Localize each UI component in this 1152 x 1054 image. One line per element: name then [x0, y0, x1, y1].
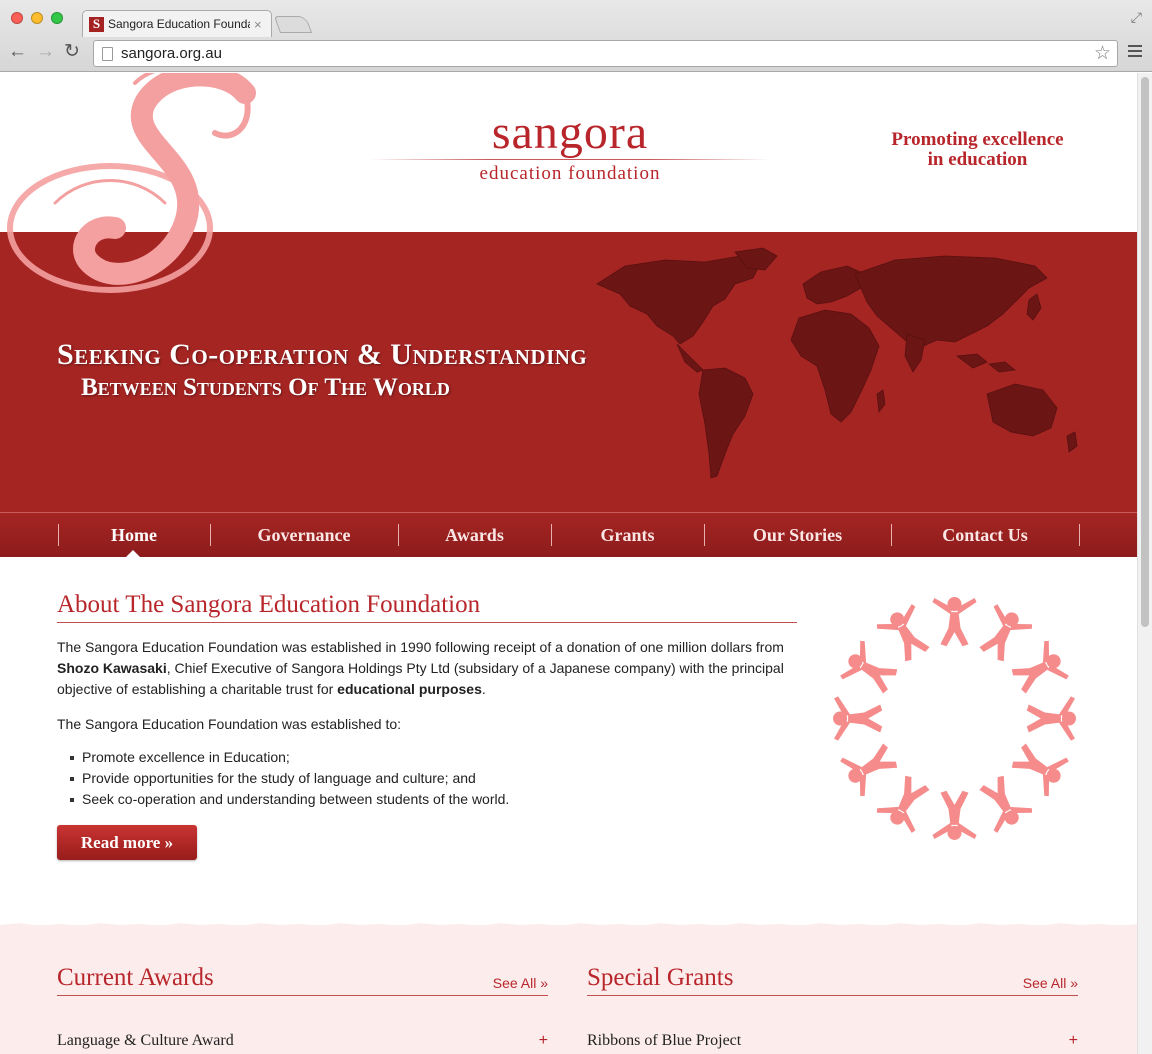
awards-heading: Current Awards — [57, 964, 214, 991]
new-tab-button[interactable] — [273, 16, 313, 33]
purpose-text: educational purposes — [337, 681, 482, 697]
list-item: Provide opportunities for the study of l… — [57, 768, 797, 789]
address-bar[interactable]: sangora.org.au ☆ — [93, 40, 1118, 67]
browser-chrome: S Sangora Education Founda × ⤢ ← → ↻ san… — [0, 0, 1152, 72]
list-item: Seek co-operation and understanding betw… — [57, 789, 797, 810]
tab-close-icon[interactable]: × — [254, 17, 262, 32]
scrollbar-thumb[interactable] — [1141, 77, 1149, 627]
nav-contact-us[interactable]: Contact Us — [891, 513, 1079, 557]
page-scrollbar[interactable] — [1137, 73, 1152, 1054]
award-title: Language & Culture Award — [57, 1032, 234, 1049]
main-nav: Home Governance Awards Grants Our Storie… — [0, 512, 1137, 558]
reload-button[interactable]: ↻ — [64, 42, 80, 62]
banner-subtitle: Between Students Of The World — [81, 374, 450, 401]
back-button[interactable]: ← — [8, 42, 27, 62]
current-awards: Current Awards See All » Language & Cult… — [57, 965, 548, 1050]
zoom-window-button[interactable] — [51, 12, 63, 24]
list-item[interactable]: Ribbons of Blue Project + — [587, 1032, 1078, 1050]
close-window-button[interactable] — [11, 12, 23, 24]
page-icon — [102, 46, 113, 61]
list-item[interactable]: Language & Culture Award + — [57, 1032, 548, 1050]
active-nav-indicator — [125, 550, 141, 558]
awards-see-all-link[interactable]: See All » — [493, 975, 548, 991]
site-tagline: Promoting excellence in education — [870, 130, 1085, 170]
nav-our-stories[interactable]: Our Stories — [704, 513, 891, 557]
world-map-icon — [596, 247, 1078, 479]
tagline-line-1: Promoting excellence — [891, 129, 1064, 150]
objectives-list: Promote excellence in Education; Provide… — [57, 747, 797, 810]
highlights-section: Current Awards See All » Language & Cult… — [0, 923, 1137, 1054]
favicon-icon: S — [89, 16, 104, 32]
browser-menu-icon[interactable] — [1128, 45, 1142, 60]
logo-divider — [370, 159, 770, 160]
minimize-window-button[interactable] — [31, 12, 43, 24]
tagline-line-2: in education — [927, 149, 1028, 170]
logo-wordmark: sangora — [491, 106, 649, 159]
grants-heading: Special Grants — [587, 964, 734, 991]
tab-title: Sangora Education Founda — [108, 17, 250, 31]
nav-separator — [1079, 524, 1080, 546]
banner-title: Seeking Co-operation & Understanding — [57, 338, 588, 371]
about-section: About The Sangora Education Foundation T… — [57, 591, 797, 860]
nav-grants[interactable]: Grants — [551, 513, 704, 557]
bookmark-star-icon[interactable]: ☆ — [1094, 42, 1111, 65]
nav-awards[interactable]: Awards — [398, 513, 551, 557]
fullscreen-icon[interactable]: ⤢ — [1131, 9, 1142, 26]
nav-governance[interactable]: Governance — [210, 513, 398, 557]
forward-button[interactable]: → — [36, 42, 55, 62]
torn-edge — [0, 923, 1137, 927]
expand-icon[interactable]: + — [1069, 1032, 1078, 1050]
grant-title: Ribbons of Blue Project — [587, 1032, 742, 1049]
s-monogram-icon — [7, 73, 256, 293]
about-paragraph-1: The Sangora Education Foundation was est… — [57, 639, 784, 697]
grants-header: Special Grants See All » — [587, 965, 1078, 996]
expand-icon[interactable]: + — [539, 1032, 548, 1050]
special-grants: Special Grants See All » Ribbons of Blue… — [587, 965, 1078, 1050]
grants-see-all-link[interactable]: See All » — [1023, 975, 1078, 991]
people-circle-icon — [833, 597, 1076, 840]
founder-name: Shozo Kawasaki — [57, 660, 167, 676]
logo-subtitle: education foundation — [479, 163, 661, 184]
url-text: sangora.org.au — [121, 45, 222, 62]
about-heading: About The Sangora Education Foundation — [57, 591, 797, 623]
site-logo[interactable]: sangora education foundation — [370, 109, 770, 185]
browser-tab[interactable]: S Sangora Education Founda × — [82, 10, 272, 37]
read-more-button[interactable]: Read more » — [57, 825, 197, 860]
about-paragraph-2: The Sangora Education Foundation was est… — [57, 716, 402, 732]
awards-header: Current Awards See All » — [57, 965, 548, 996]
page-viewport: sangora education foundation Promoting e… — [0, 73, 1137, 1054]
list-item: Promote excellence in Education; — [57, 747, 797, 768]
